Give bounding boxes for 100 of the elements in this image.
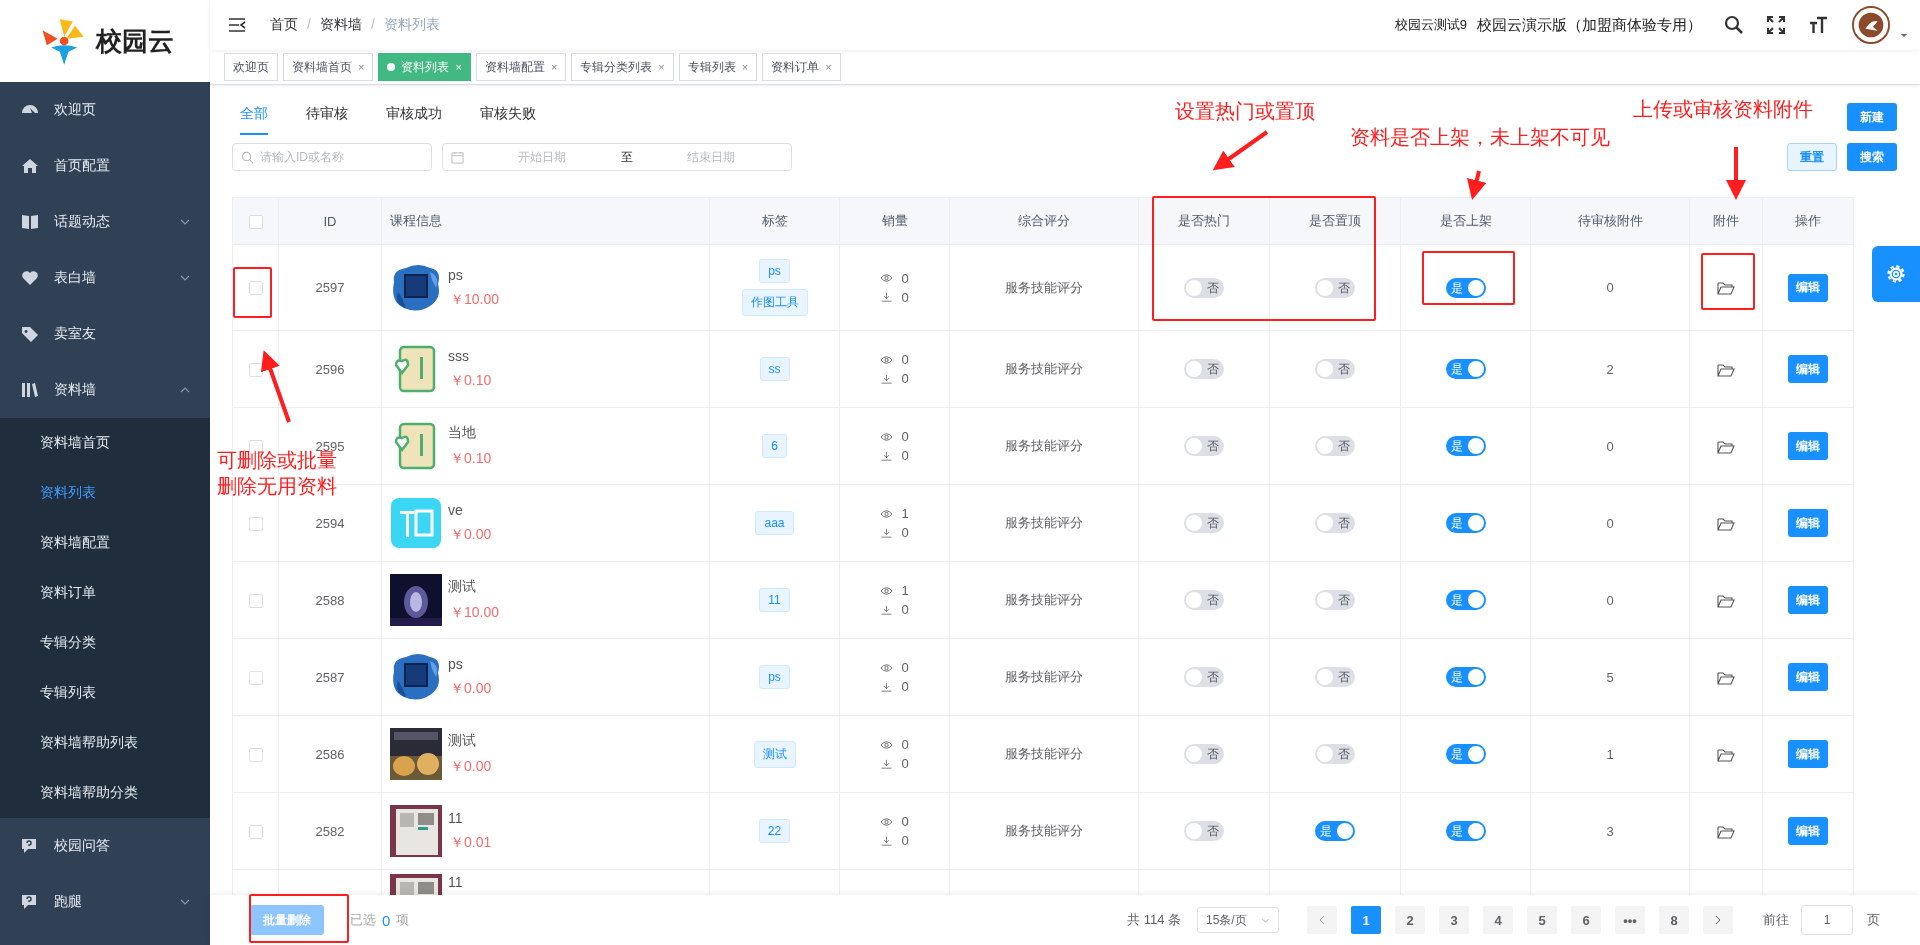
search-button[interactable]: 搜索 <box>1847 143 1897 171</box>
page-button[interactable]: 5 <box>1527 906 1557 934</box>
toggle-switch[interactable]: 否 <box>1184 359 1224 379</box>
search-field[interactable]: 请输入ID或名称 <box>232 143 432 171</box>
toggle-switch[interactable]: 否 <box>1315 590 1355 610</box>
edit-button[interactable]: 编辑 <box>1788 817 1828 845</box>
row-checkbox[interactable] <box>248 593 263 608</box>
sidebar-subitem[interactable]: 资料列表 <box>0 468 210 518</box>
folder-icon[interactable] <box>1717 747 1735 762</box>
toggle-switch[interactable]: 是 <box>1315 821 1355 841</box>
sidebar-item[interactable]: 资料墙 <box>0 362 210 418</box>
toggle-switch[interactable]: 是 <box>1445 277 1486 298</box>
sidebar-subitem[interactable]: 专辑分类 <box>0 618 210 668</box>
toggle-switch[interactable]: 是 <box>1445 667 1486 687</box>
toggle-switch[interactable]: 否 <box>1184 590 1224 610</box>
sidebar-item[interactable]: 表白墙 <box>0 250 210 306</box>
toggle-switch[interactable]: 否 <box>1315 436 1355 456</box>
edit-button[interactable]: 编辑 <box>1788 432 1828 460</box>
status-tab[interactable]: 审核失败 <box>480 93 536 135</box>
row-checkbox[interactable] <box>248 670 263 685</box>
select-all-checkbox[interactable] <box>248 214 263 229</box>
toggle-switch[interactable]: 否 <box>1315 667 1355 687</box>
toggle-switch[interactable]: 是 <box>1445 513 1486 533</box>
folder-icon[interactable] <box>1717 670 1735 685</box>
page-button[interactable]: 6 <box>1571 906 1601 934</box>
page-button[interactable]: 4 <box>1483 906 1513 934</box>
end-date-field[interactable]: 结束日期 <box>638 149 783 165</box>
status-tab[interactable]: 审核成功 <box>386 93 442 135</box>
page-button[interactable]: 3 <box>1439 906 1469 934</box>
breadcrumb-item[interactable]: 首页 <box>270 16 298 34</box>
sidebar-subitem[interactable]: 资料墙帮助列表 <box>0 718 210 768</box>
fullscreen-icon[interactable] <box>1766 15 1786 35</box>
page-button[interactable]: ••• <box>1615 906 1645 934</box>
sidebar-subitem[interactable]: 专辑列表 <box>0 668 210 718</box>
page-button[interactable]: 1 <box>1351 906 1381 934</box>
status-tab[interactable]: 待审核 <box>306 93 348 135</box>
sidebar-item[interactable]: 校园问答 <box>0 818 210 874</box>
folder-icon[interactable] <box>1717 516 1735 531</box>
toggle-switch[interactable]: 是 <box>1445 436 1486 456</box>
edit-button[interactable]: 编辑 <box>1788 509 1828 537</box>
sidebar-subitem[interactable]: 资料订单 <box>0 568 210 618</box>
close-icon[interactable]: × <box>741 61 749 73</box>
page-tab[interactable]: 欢迎页 <box>224 53 278 81</box>
edit-button[interactable]: 编辑 <box>1788 663 1828 691</box>
sidebar-item[interactable]: 欢迎页 <box>0 82 210 138</box>
page-tab[interactable]: 专辑列表 × <box>678 53 758 81</box>
close-icon[interactable]: × <box>658 61 665 73</box>
folder-icon[interactable] <box>1717 281 1735 296</box>
toggle-switch[interactable]: 否 <box>1184 667 1224 687</box>
folder-icon[interactable] <box>1717 593 1735 608</box>
toggle-switch[interactable]: 否 <box>1184 821 1224 841</box>
start-date-field[interactable]: 开始日期 <box>470 149 615 165</box>
row-checkbox[interactable] <box>248 362 263 377</box>
status-tab[interactable]: 全部 <box>240 93 268 135</box>
toggle-switch[interactable]: 是 <box>1445 359 1486 379</box>
toggle-switch[interactable]: 否 <box>1184 436 1224 456</box>
row-checkbox[interactable] <box>248 824 263 839</box>
close-icon[interactable]: × <box>825 61 832 73</box>
row-checkbox[interactable] <box>248 281 263 296</box>
toggle-switch[interactable]: 否 <box>1184 277 1224 298</box>
new-button[interactable]: 新建 <box>1847 103 1897 131</box>
page-tab[interactable]: 资料订单 × <box>762 53 841 81</box>
toggle-switch[interactable]: 是 <box>1445 821 1486 841</box>
page-input[interactable]: 1 <box>1801 905 1853 935</box>
avatar[interactable] <box>1852 6 1890 44</box>
folder-icon[interactable] <box>1717 824 1735 839</box>
page-tab[interactable]: 专辑分类列表 × <box>571 53 674 81</box>
folder-icon[interactable] <box>1717 362 1735 377</box>
folder-icon[interactable] <box>1717 439 1735 454</box>
row-checkbox[interactable] <box>248 747 263 762</box>
sidebar-item[interactable]: 跑腿 <box>0 874 210 930</box>
caret-icon[interactable] <box>1900 32 1908 38</box>
page-button[interactable]: 2 <box>1395 906 1425 934</box>
toggle-switch[interactable]: 否 <box>1184 513 1224 533</box>
toggle-switch[interactable]: 是 <box>1445 744 1486 764</box>
toggle-switch[interactable]: 否 <box>1315 513 1355 533</box>
sidebar-subitem[interactable]: 资料墙帮助分类 <box>0 768 210 818</box>
page-button[interactable]: 8 <box>1659 906 1689 934</box>
close-icon[interactable]: × <box>358 61 365 73</box>
edit-button[interactable]: 编辑 <box>1788 586 1828 614</box>
sidebar-subitem[interactable]: 资料墙首页 <box>0 418 210 468</box>
toggle-switch[interactable]: 是 <box>1445 590 1486 610</box>
toggle-switch[interactable]: 否 <box>1315 277 1355 298</box>
page-size-select[interactable]: 15条/页 <box>1197 907 1279 933</box>
row-checkbox[interactable] <box>248 516 263 531</box>
edit-button[interactable]: 编辑 <box>1788 740 1828 768</box>
sidebar-item[interactable]: 卖室友 <box>0 306 210 362</box>
sidebar-item[interactable]: 首页配置 <box>0 138 210 194</box>
search-icon[interactable] <box>1724 15 1744 35</box>
toggle-switch[interactable]: 否 <box>1315 744 1355 764</box>
toggle-switch[interactable]: 否 <box>1184 744 1224 764</box>
page-tab[interactable]: 资料墙配置 × <box>475 53 567 81</box>
page-tab[interactable]: 资料墙首页 × <box>283 53 374 81</box>
close-icon[interactable]: × <box>550 61 558 73</box>
sidebar-item[interactable]: 话题动态 <box>0 194 210 250</box>
text-size-icon[interactable] <box>1808 15 1828 35</box>
toggle-switch[interactable]: 否 <box>1315 359 1355 379</box>
breadcrumb-item[interactable]: 资料墙 <box>319 16 362 34</box>
menu-icon[interactable] <box>228 18 246 32</box>
sidebar-subitem[interactable]: 资料墙配置 <box>0 518 210 568</box>
